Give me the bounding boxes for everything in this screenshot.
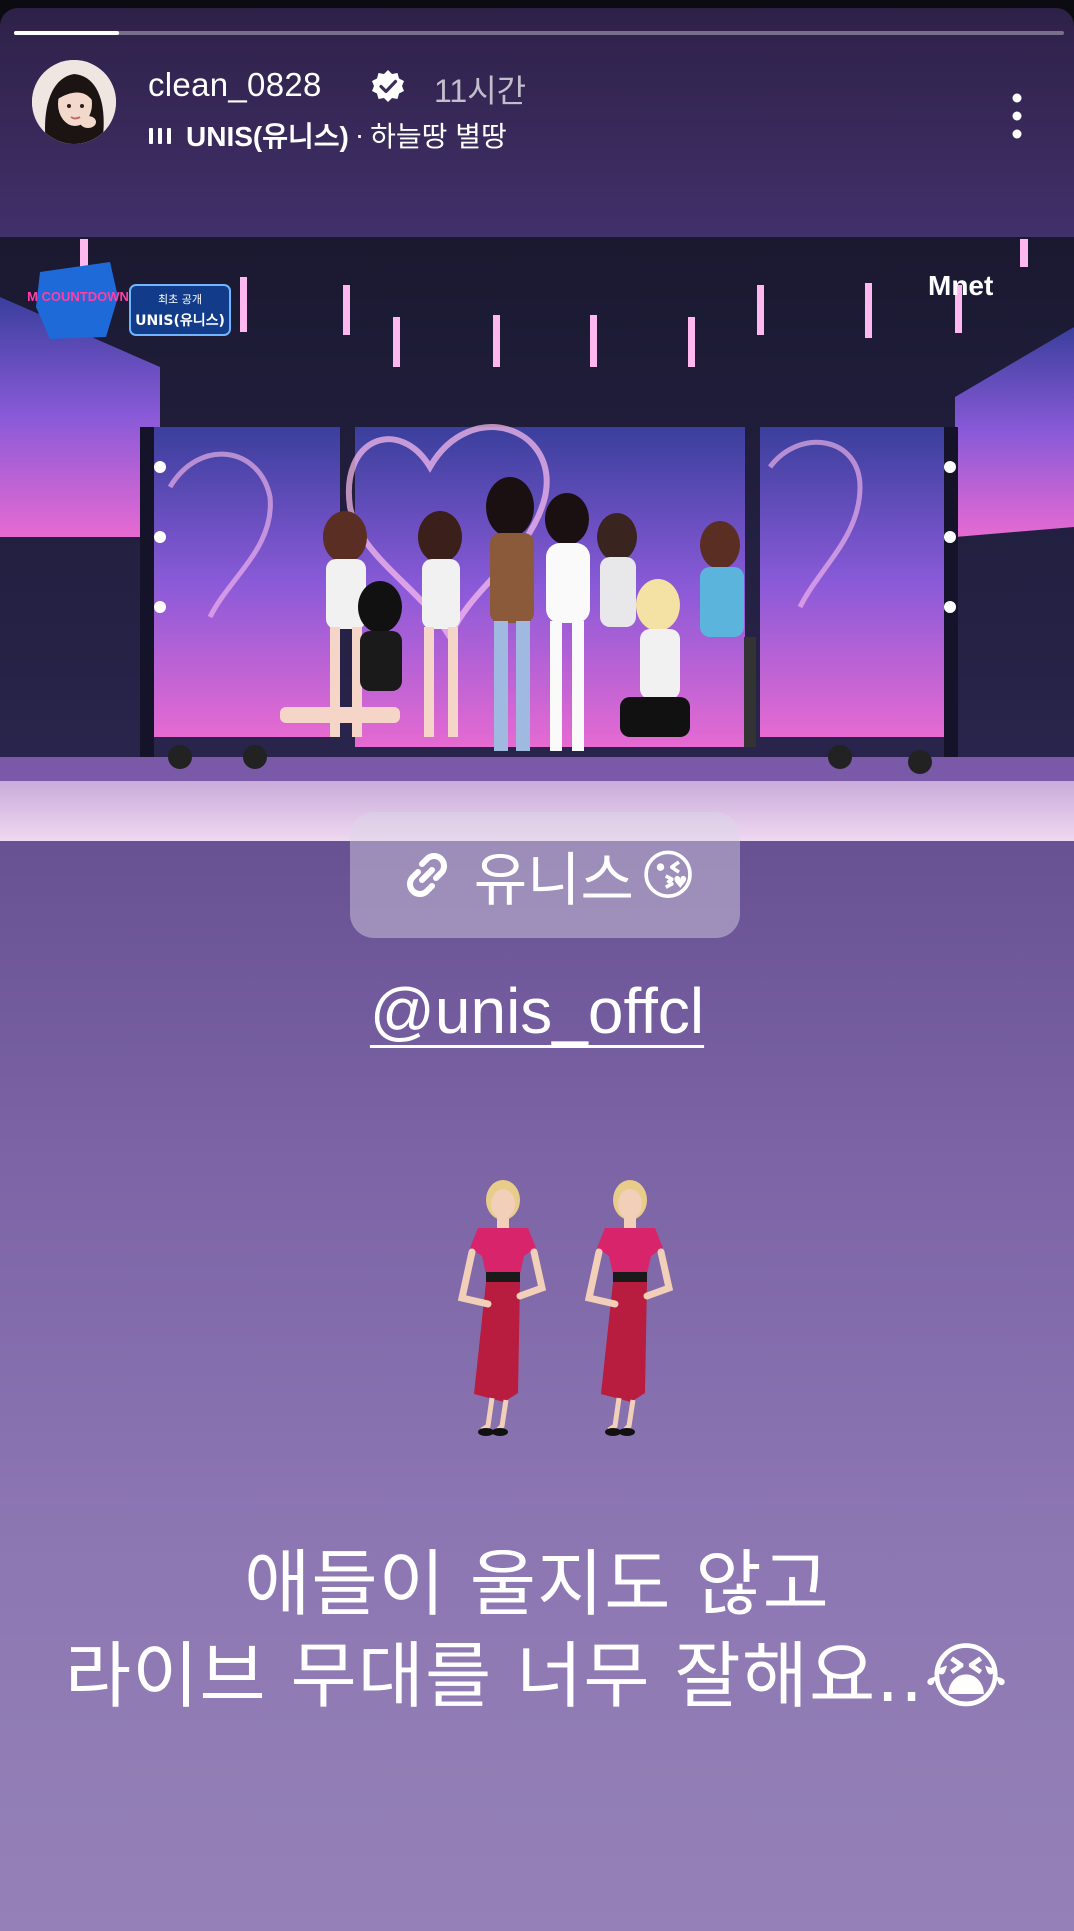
story-progress-fill — [14, 31, 119, 35]
story-header: clean_0828 11시간 UNIS(유니스) · 하늘땅 별땅 — [0, 48, 1074, 158]
link-icon — [406, 853, 447, 897]
more-vertical-icon[interactable] — [1000, 86, 1034, 146]
link-sticker-label: 유니스 — [473, 846, 634, 914]
premiere-badge-top: 최초 공개 — [158, 293, 202, 306]
music-bars-icon — [149, 128, 171, 144]
stage-performance-image: M COUNTDOWN 최초 공개 UNIS(유니스) Mnet — [0, 237, 1074, 841]
story-view[interactable]: clean_0828 11시간 UNIS(유니스) · 하늘땅 별땅 M COU… — [0, 8, 1074, 1931]
dancing-woman-gif-sticker — [457, 1180, 547, 1436]
mention-sticker[interactable]: @unis_offcl — [0, 974, 1074, 1048]
music-separator: · — [354, 119, 365, 150]
link-sticker[interactable]: 유니스 😘 — [350, 812, 740, 938]
premiere-badge: 최초 공개 UNIS(유니스) — [129, 284, 231, 336]
video-frame[interactable]: M COUNTDOWN 최초 공개 UNIS(유니스) Mnet — [0, 237, 1074, 841]
caption-line-2-wrapper: 라이브 무대를 너무 잘해요..😭 — [0, 1630, 1074, 1722]
username[interactable]: clean_0828 — [148, 66, 322, 104]
mnet-logo: Mnet — [928, 270, 993, 301]
music-artist: UNIS(유니스) — [186, 121, 349, 152]
mention-text: @unis_offcl — [369, 975, 705, 1047]
avatar[interactable] — [32, 60, 116, 144]
caption-line-2: 라이브 무대를 너무 잘해요.. — [64, 1634, 924, 1718]
svg-text:M COUNTDOWN: M COUNTDOWN — [27, 289, 129, 304]
caption-line-1: 애들이 울지도 않고 — [244, 1542, 830, 1626]
verified-badge-icon — [372, 70, 404, 102]
music-attribution[interactable]: UNIS(유니스) · 하늘땅 별땅 — [148, 115, 507, 155]
premiere-badge-artist: UNIS(유니스) — [135, 313, 225, 329]
story-caption: 애들이 울지도 않고 라이브 무대를 너무 잘해요..😭 — [0, 1538, 1074, 1722]
music-song-title: 하늘땅 별땅 — [370, 121, 507, 152]
story-timestamp: 11시간 — [434, 73, 527, 109]
dancing-woman-gif-sticker — [584, 1180, 674, 1436]
kiss-emoji: 😘 — [639, 843, 697, 907]
story-progress-bar — [14, 31, 1064, 35]
crying-emoji: 😭 — [923, 1634, 1010, 1718]
